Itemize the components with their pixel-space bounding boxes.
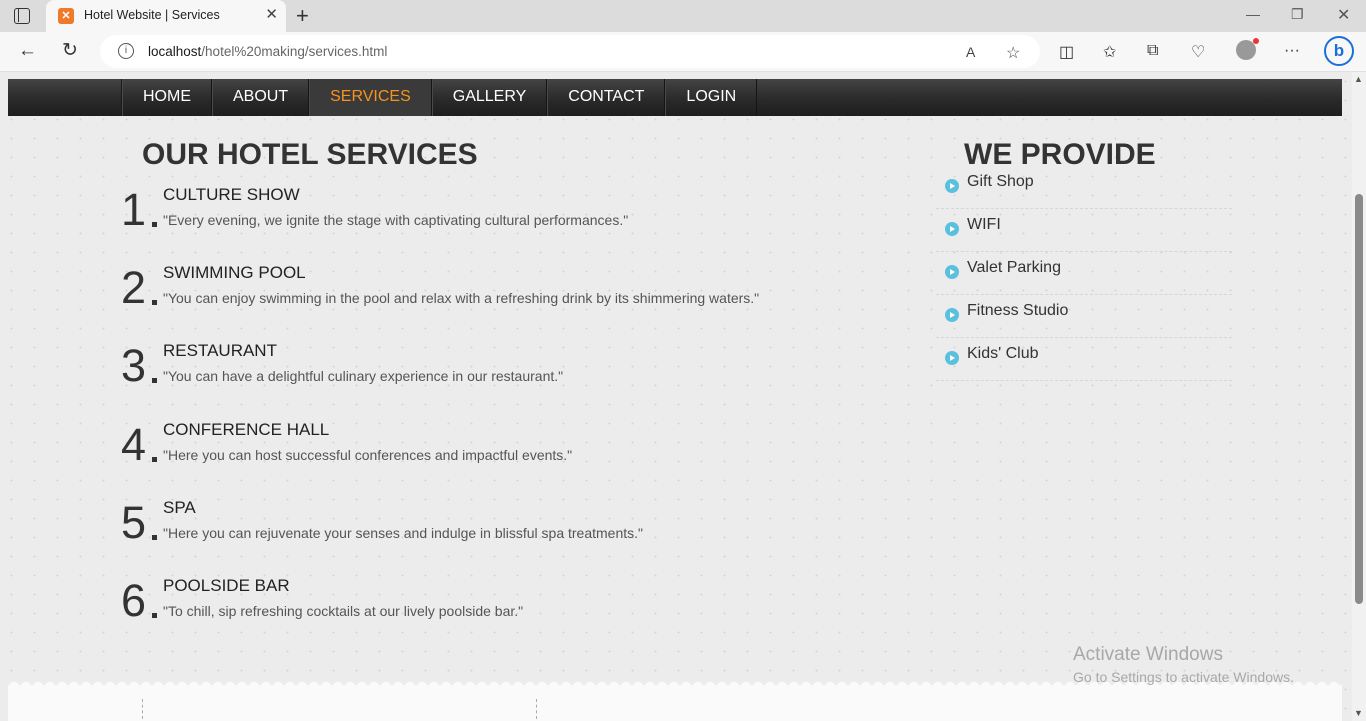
service-description: "You can have a delightful culinary expe… — [163, 368, 564, 384]
service-number: 1 — [121, 184, 147, 235]
close-tab-icon[interactable]: ✕ — [265, 6, 278, 24]
restore-icon[interactable]: ❐ — [1291, 6, 1304, 23]
profile-avatar[interactable] — [1236, 38, 1259, 60]
service-number: 4 — [121, 419, 147, 470]
browser-toolbar: ← ↻ i localhost/hotel%20making/services.… — [0, 32, 1366, 72]
provide-item-label[interactable]: Gift Shop — [967, 173, 1034, 191]
footer-divider — [536, 699, 537, 719]
provide-item: WIFI — [936, 209, 1232, 252]
footer — [8, 679, 1342, 721]
new-tab-icon[interactable]: + — [296, 3, 309, 29]
info-icon[interactable]: i — [118, 43, 134, 59]
service-dot — [152, 300, 157, 305]
nav-gallery[interactable]: GALLERY — [431, 79, 548, 116]
reload-icon[interactable]: ↻ — [62, 40, 78, 62]
footer-divider — [142, 699, 143, 719]
service-description: "To chill, sip refreshing cocktails at o… — [163, 603, 524, 619]
play-bullet-icon — [945, 351, 959, 365]
service-item: 6 POOLSIDE BAR "To chill, sip refreshing… — [118, 576, 818, 642]
service-name: RESTAURANT — [163, 341, 277, 360]
provide-item: Fitness Studio — [936, 295, 1232, 338]
vertical-scrollbar[interactable]: ▲ ▼ — [1352, 72, 1366, 721]
provide-item-label[interactable]: Fitness Studio — [967, 302, 1068, 320]
nav-services[interactable]: SERVICES — [309, 79, 432, 116]
nav-login[interactable]: LOGIN — [665, 79, 758, 116]
xampp-favicon-icon: ✕ — [58, 8, 74, 24]
close-window-icon[interactable]: ✕ — [1337, 5, 1350, 25]
provide-item-label[interactable]: Kids' Club — [967, 345, 1039, 363]
read-aloud-icon[interactable]: A — [966, 44, 975, 60]
browser-tab-bar: ✕ Hotel Website | Services ✕ + — ❐ ✕ — [0, 0, 1366, 32]
service-number: 6 — [121, 575, 147, 626]
service-description: "Here you can rejuvenate your senses and… — [163, 525, 643, 541]
favorites-icon[interactable]: ✩ — [1103, 42, 1116, 62]
nav-list: HOME ABOUT SERVICES GALLERY CONTACT LOGI… — [121, 79, 758, 116]
provide-item-label[interactable]: WIFI — [967, 216, 1001, 234]
service-item: 4 CONFERENCE HALL "Here you can host suc… — [118, 420, 818, 486]
nav-home[interactable]: HOME — [122, 79, 212, 116]
service-number: 3 — [121, 340, 147, 391]
service-dot — [152, 222, 157, 227]
service-item: 5 SPA "Here you can rejuvenate your sens… — [118, 498, 818, 564]
service-name: CULTURE SHOW — [163, 185, 300, 204]
service-description: "You can enjoy swimming in the pool and … — [163, 290, 760, 306]
service-dot — [152, 457, 157, 462]
activate-windows-subtitle: Go to Settings to activate Windows. — [1073, 669, 1294, 685]
service-number: 5 — [121, 497, 147, 548]
more-options-icon[interactable]: ··· — [1284, 42, 1300, 60]
service-name: SWIMMING POOL — [163, 263, 306, 282]
play-bullet-icon — [945, 265, 959, 279]
service-description: "Here you can host successful conference… — [163, 447, 573, 463]
main-navbar: HOME ABOUT SERVICES GALLERY CONTACT LOGI… — [8, 79, 1342, 116]
service-item: 3 RESTAURANT "You can have a delightful … — [118, 341, 818, 407]
provide-item: Kids' Club — [936, 338, 1232, 381]
collections-icon[interactable]: ⧉ — [1147, 42, 1158, 60]
play-bullet-icon — [945, 308, 959, 322]
nav-contact[interactable]: CONTACT — [547, 79, 666, 116]
minimize-icon[interactable]: — — [1246, 6, 1260, 22]
service-name: CONFERENCE HALL — [163, 420, 330, 439]
tab-title: Hotel Website | Services — [84, 8, 220, 22]
browser-tab[interactable]: ✕ Hotel Website | Services ✕ — [46, 0, 286, 32]
play-bullet-icon — [945, 179, 959, 193]
service-item: 1 CULTURE SHOW "Every evening, we ignite… — [118, 185, 818, 251]
nav-about[interactable]: ABOUT — [212, 79, 310, 116]
provide-item: Valet Parking — [936, 252, 1232, 295]
url-text: localhost/hotel%20making/services.html — [148, 44, 388, 59]
play-bullet-icon — [945, 222, 959, 236]
scroll-down-icon[interactable]: ▼ — [1354, 708, 1363, 718]
scroll-thumb[interactable] — [1355, 194, 1363, 604]
service-description: "Every evening, we ignite the stage with… — [163, 212, 629, 228]
activate-windows-title: Activate Windows — [1073, 644, 1223, 665]
back-arrow-icon[interactable]: ← — [18, 40, 37, 62]
tab-actions-icon[interactable] — [14, 8, 30, 24]
address-bar[interactable]: i localhost/hotel%20making/services.html… — [100, 35, 1040, 68]
split-screen-icon[interactable]: ◫ — [1059, 42, 1074, 62]
service-number: 2 — [121, 262, 147, 313]
scroll-up-icon[interactable]: ▲ — [1354, 74, 1363, 84]
service-name: POOLSIDE BAR — [163, 576, 290, 595]
provide-item: Gift Shop — [936, 166, 1232, 209]
bing-copilot-icon[interactable]: b — [1324, 36, 1354, 66]
browser-essentials-icon[interactable]: ♡ — [1191, 42, 1205, 62]
services-heading: OUR HOTEL SERVICES — [142, 138, 478, 171]
service-name: SPA — [163, 498, 196, 517]
service-item: 2 SWIMMING POOL "You can enjoy swimming … — [118, 263, 818, 329]
page-viewport: HOME ABOUT SERVICES GALLERY CONTACT LOGI… — [0, 72, 1352, 721]
service-dot — [152, 378, 157, 383]
service-dot — [152, 613, 157, 618]
favorite-star-icon[interactable]: ☆ — [1006, 43, 1020, 63]
provide-item-label[interactable]: Valet Parking — [967, 259, 1061, 277]
service-dot — [152, 535, 157, 540]
